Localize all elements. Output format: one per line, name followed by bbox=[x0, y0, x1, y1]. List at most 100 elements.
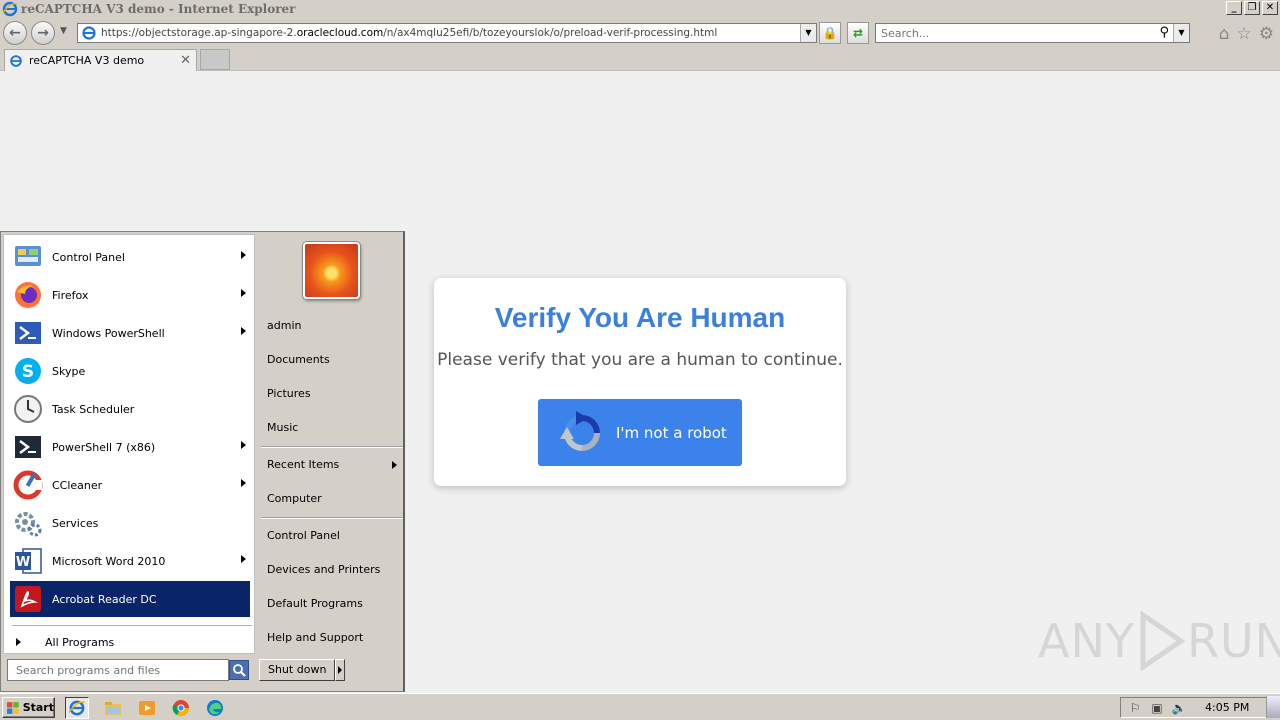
powershell7-icon bbox=[12, 431, 44, 463]
network-icon[interactable]: ▣ bbox=[1149, 701, 1165, 715]
places-divider bbox=[261, 446, 403, 448]
taskbar-explorer[interactable] bbox=[101, 697, 125, 719]
firefox-icon bbox=[12, 279, 44, 311]
search-input[interactable] bbox=[876, 24, 1146, 42]
recent-items-label: Recent Items bbox=[267, 458, 340, 471]
watermark-play-icon bbox=[1140, 611, 1185, 671]
start-item-microsoft-word[interactable]: W Microsoft Word 2010 bbox=[10, 543, 250, 579]
window-titlebar: reCAPTCHA V3 demo - Internet Explorer _ … bbox=[0, 0, 1280, 18]
place-documents[interactable]: Documents bbox=[267, 350, 403, 370]
tab-recaptcha-demo[interactable]: reCAPTCHA V3 demo ✕ bbox=[4, 49, 197, 71]
start-button[interactable]: Start bbox=[2, 697, 55, 718]
tab-label: reCAPTCHA V3 demo bbox=[29, 54, 145, 67]
start-item-firefox[interactable]: Firefox bbox=[10, 277, 250, 313]
windows-flag-icon bbox=[6, 701, 19, 714]
shutdown-arrow-icon bbox=[338, 666, 342, 674]
url-domain: oraclecloud.com bbox=[296, 27, 384, 39]
place-music[interactable]: Music bbox=[267, 418, 403, 438]
start-item-label: Acrobat Reader DC bbox=[52, 592, 157, 606]
close-button[interactable]: ✕ bbox=[1262, 1, 1278, 15]
action-center-flag-icon[interactable]: ⚐ bbox=[1127, 701, 1143, 715]
volume-icon[interactable]: 🔈 bbox=[1171, 701, 1187, 715]
control-panel-icon bbox=[12, 241, 44, 273]
verify-message: Please verify that you are a human to co… bbox=[437, 350, 843, 370]
settings-gear-icon[interactable]: ⚙ bbox=[1259, 24, 1274, 44]
place-default-programs[interactable]: Default Programs bbox=[267, 594, 403, 614]
window-title: reCAPTCHA V3 demo - Internet Explorer bbox=[21, 2, 296, 16]
url-text[interactable]: https://objectstorage.ap-singapore-2.ora… bbox=[101, 27, 717, 39]
home-icon[interactable]: ⌂ bbox=[1219, 24, 1230, 44]
start-search-input[interactable] bbox=[8, 660, 228, 680]
taskbar-edge[interactable] bbox=[203, 697, 227, 719]
start-item-control-panel[interactable]: Control Panel bbox=[10, 239, 250, 275]
search-box[interactable]: ⚲ ▼ bbox=[875, 23, 1190, 43]
chrome-icon bbox=[172, 700, 190, 717]
place-computer[interactable]: Computer bbox=[267, 489, 403, 509]
tab-bar: reCAPTCHA V3 demo ✕ bbox=[0, 48, 1280, 71]
tab-ie-icon bbox=[10, 54, 22, 67]
address-dropdown-icon[interactable]: ▼ bbox=[800, 24, 816, 42]
forward-button[interactable]: → bbox=[31, 21, 55, 45]
submenu-arrow-icon bbox=[392, 461, 397, 469]
start-menu-places: admin Documents Pictures Music Recent It… bbox=[257, 232, 404, 691]
shut-down-options-button[interactable] bbox=[335, 659, 345, 681]
favorites-star-icon[interactable]: ☆ bbox=[1237, 24, 1252, 44]
user-picture-avatar[interactable] bbox=[303, 242, 360, 299]
taskbar-chrome[interactable] bbox=[169, 697, 193, 719]
show-desktop-button[interactable] bbox=[1266, 696, 1280, 718]
url-prefix: https://objectstorage.ap-singapore-2. bbox=[101, 27, 297, 39]
place-pictures[interactable]: Pictures bbox=[267, 384, 403, 404]
taskbar-clock[interactable]: 4:05 PM bbox=[1205, 701, 1249, 714]
navigation-bar: ← → ▼ https://objectstorage.ap-singapore… bbox=[0, 18, 1280, 48]
anyrun-watermark: ANY RUN bbox=[1038, 611, 1280, 671]
acrobat-icon bbox=[12, 583, 44, 615]
word-icon: W bbox=[12, 545, 44, 577]
place-recent-items[interactable]: Recent Items bbox=[267, 455, 403, 475]
taskbar: Start ⚐ ▣ 🔈 4:05 PM bbox=[0, 693, 1280, 720]
minimize-button[interactable]: _ bbox=[1226, 1, 1242, 15]
places-divider bbox=[261, 517, 403, 519]
verify-heading: Verify You Are Human bbox=[494, 302, 786, 333]
system-tray: ⚐ ▣ 🔈 4:05 PM bbox=[1120, 697, 1276, 718]
services-icon bbox=[12, 507, 44, 539]
all-programs-button[interactable]: All Programs bbox=[10, 631, 114, 653]
not-a-robot-button[interactable]: I'm not a robot bbox=[538, 399, 742, 466]
taskbar-media-player[interactable] bbox=[135, 697, 159, 719]
all-programs-label: All Programs bbox=[45, 635, 115, 649]
back-button[interactable]: ← bbox=[3, 21, 27, 45]
start-item-label: PowerShell 7 (x86) bbox=[52, 440, 156, 454]
magnifier-icon bbox=[233, 664, 246, 677]
start-search-button[interactable] bbox=[229, 660, 249, 680]
start-item-services[interactable]: Services bbox=[10, 505, 250, 541]
start-label: Start bbox=[22, 701, 54, 714]
watermark-text-left: ANY bbox=[1038, 614, 1135, 668]
search-icon[interactable]: ⚲ bbox=[1159, 25, 1169, 40]
address-bar[interactable]: https://objectstorage.ap-singapore-2.ora… bbox=[77, 23, 817, 43]
history-dropdown-icon[interactable]: ▼ bbox=[60, 26, 67, 36]
start-item-windows-powershell[interactable]: Windows PowerShell bbox=[10, 315, 250, 351]
back-arrow-icon: ← bbox=[9, 25, 21, 41]
restore-button[interactable]: ❐ bbox=[1244, 1, 1260, 15]
start-item-task-scheduler[interactable]: Task Scheduler bbox=[10, 391, 250, 427]
start-item-acrobat-reader[interactable]: Acrobat Reader DC bbox=[10, 581, 250, 617]
new-tab-button[interactable] bbox=[200, 49, 230, 70]
place-admin[interactable]: admin bbox=[267, 316, 403, 336]
start-item-label: CCleaner bbox=[52, 478, 103, 492]
refresh-button[interactable]: ⇄ bbox=[847, 22, 869, 44]
start-item-ccleaner[interactable]: CCleaner bbox=[10, 467, 250, 503]
tab-close-icon[interactable]: ✕ bbox=[180, 53, 191, 68]
search-dropdown-icon[interactable]: ▼ bbox=[1173, 24, 1189, 42]
start-item-label: Skype bbox=[52, 364, 86, 378]
security-lock-button[interactable]: 🔒 bbox=[819, 22, 841, 44]
start-item-powershell-7[interactable]: PowerShell 7 (x86) bbox=[10, 429, 250, 465]
lock-icon: 🔒 bbox=[822, 26, 838, 40]
place-control-panel[interactable]: Control Panel bbox=[267, 526, 403, 546]
start-item-label: Services bbox=[52, 516, 99, 530]
start-search-box[interactable] bbox=[7, 659, 229, 681]
svg-text:S: S bbox=[22, 362, 34, 382]
place-help-support[interactable]: Help and Support bbox=[267, 628, 403, 648]
shut-down-button[interactable]: Shut down bbox=[259, 659, 335, 681]
taskbar-internet-explorer[interactable] bbox=[65, 697, 89, 719]
place-devices-printers[interactable]: Devices and Printers bbox=[267, 560, 403, 580]
start-item-skype[interactable]: S Skype bbox=[10, 353, 250, 389]
